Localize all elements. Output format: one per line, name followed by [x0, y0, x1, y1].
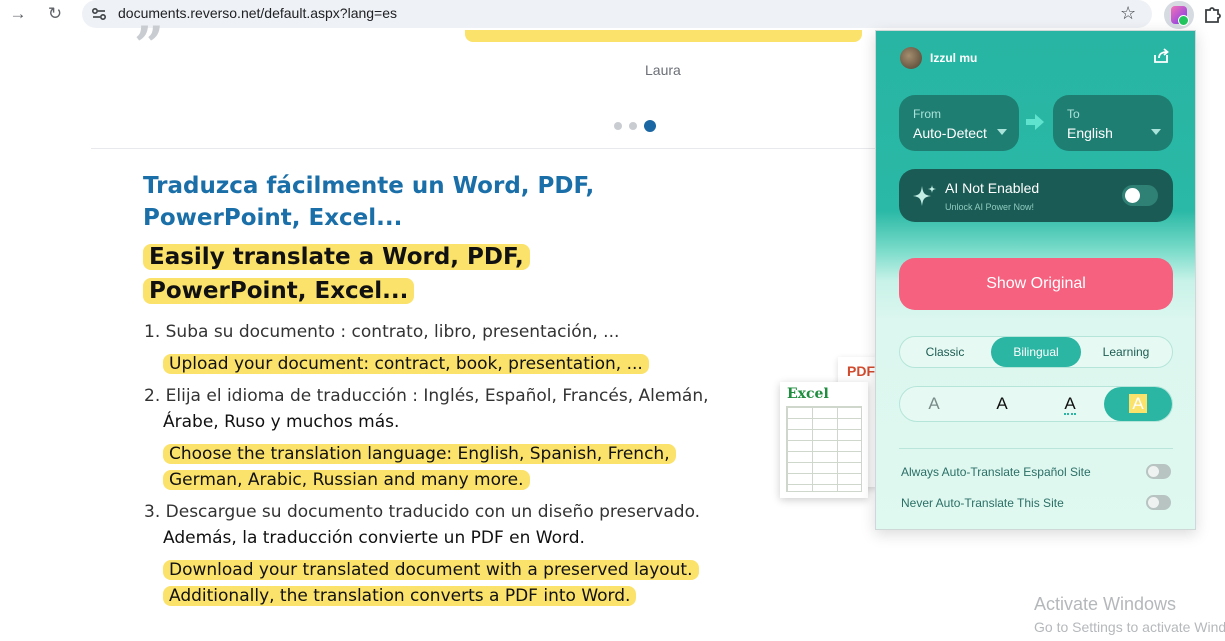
tab-learning[interactable]: Learning: [1081, 337, 1171, 367]
step-1: 1. Suba su documento : contrato, libro, …: [144, 319, 619, 345]
sparkle-icon: [913, 185, 936, 206]
step-number: 2.: [144, 386, 161, 406]
excel-file-icon: Excel: [780, 382, 868, 498]
step-3-translation-1: Download your translated document with a…: [163, 557, 699, 583]
user-name[interactable]: Izzul mu: [930, 51, 977, 65]
carousel-dot[interactable]: [614, 122, 622, 130]
carousel-dots: [614, 120, 656, 132]
style-underline[interactable]: A: [1036, 387, 1104, 421]
translation-style-selector: A A A A: [899, 386, 1173, 422]
chevron-down-icon: [997, 129, 1007, 135]
quote-mark-icon: ”: [134, 16, 164, 77]
extension-button[interactable]: [1164, 1, 1194, 29]
never-translate-toggle[interactable]: [1146, 495, 1171, 510]
style-letter: A: [928, 394, 940, 413]
excel-label: Excel: [787, 386, 829, 402]
step-2-translation-2: German, Arabic, Russian and many more.: [163, 467, 530, 493]
site-settings-icon[interactable]: [90, 5, 108, 23]
arrow-right-icon: [1026, 114, 1044, 130]
step-number: 3.: [144, 502, 161, 522]
extensions-puzzle-icon[interactable]: [1203, 4, 1225, 24]
step-text-en: Download your translated document with a…: [163, 560, 699, 580]
step-text-en: Upload your document: contract, book, pr…: [163, 354, 649, 374]
style-letter: A: [1129, 394, 1147, 413]
step-3: 3. Descargue su documento traducido con …: [144, 499, 700, 525]
ai-status-title: AI Not Enabled: [945, 180, 1040, 196]
forward-icon[interactable]: →: [7, 4, 29, 24]
from-language-select[interactable]: From Auto-Detect: [899, 95, 1019, 151]
to-language-select[interactable]: To English: [1053, 95, 1173, 151]
ai-panel: AI Not Enabled Unlock AI Power Now!: [899, 169, 1173, 222]
style-letter: A: [996, 394, 1008, 413]
tab-bilingual[interactable]: Bilingual: [991, 337, 1081, 367]
step-text-es: Descargue su documento traducido con un …: [165, 502, 701, 522]
carousel-dot-active[interactable]: [644, 120, 656, 132]
tab-classic[interactable]: Classic: [900, 337, 990, 367]
step-3-line-2: Además, la traducción convierte un PDF e…: [163, 528, 585, 548]
show-original-button[interactable]: Show Original: [899, 258, 1173, 310]
step-3-translation-2: Additionally, the translation converts a…: [163, 583, 637, 609]
activation-watermark-subtitle: Go to Settings to activate Windows.: [1034, 619, 1225, 635]
avatar[interactable]: [900, 47, 922, 69]
to-value: English: [1067, 125, 1113, 141]
extension-logo-icon: [1171, 6, 1189, 26]
step-2-line-2: Árabe, Ruso y muchos más.: [163, 412, 400, 432]
section-divider: [91, 148, 875, 149]
activation-watermark-title: Activate Windows: [1034, 594, 1177, 614]
address-bar[interactable]: documents.reverso.net/default.aspx?lang=…: [82, 0, 1152, 28]
popup-divider: [899, 448, 1173, 449]
from-caption: From: [913, 107, 941, 121]
section-heading-es: Traduzca fácilmente un Word, PDF, PowerP…: [143, 173, 595, 231]
step-text-en: German, Arabic, Russian and many more.: [163, 470, 530, 490]
step-2: 2. Elija el idioma de traducción : Inglé…: [144, 383, 709, 409]
step-text-en: Additionally, the translation converts a…: [163, 586, 637, 606]
section-heading-en: Easily translate a Word, PDF, PowerPoint…: [143, 240, 673, 308]
always-translate-toggle[interactable]: [1146, 464, 1171, 479]
step-number: 1.: [144, 322, 161, 342]
ai-toggle[interactable]: [1122, 185, 1158, 206]
share-icon[interactable]: [1152, 47, 1170, 65]
browser-toolbar: → ↻ documents.reverso.net/default.aspx?l…: [0, 0, 1225, 30]
step-text-en: Choose the translation language: English…: [163, 444, 676, 464]
pdf-label: PDF: [847, 363, 875, 379]
style-letter: A: [1064, 394, 1076, 415]
to-caption: To: [1067, 107, 1080, 121]
always-translate-label: Always Auto-Translate Español Site: [901, 465, 1091, 479]
style-highlight[interactable]: A: [1104, 387, 1172, 421]
step-text-es: Suba su documento : contrato, libro, pre…: [165, 322, 620, 342]
from-value: Auto-Detect: [913, 125, 987, 141]
chevron-down-icon: [1151, 129, 1161, 135]
never-translate-label: Never Auto-Translate This Site: [901, 496, 1064, 510]
testimonial-highlight: [465, 30, 862, 42]
heading-translation: Easily translate a Word, PDF, PowerPoint…: [143, 244, 530, 304]
bookmark-star-icon[interactable]: ☆: [1120, 3, 1136, 24]
style-faded[interactable]: A: [900, 387, 968, 421]
translator-popup: Izzul mu From Auto-Detect To English AI …: [875, 30, 1196, 530]
spreadsheet-grid: [786, 406, 862, 492]
reload-icon[interactable]: ↻: [44, 4, 66, 24]
ai-status-subtitle[interactable]: Unlock AI Power Now!: [945, 202, 1034, 212]
style-plain[interactable]: A: [968, 387, 1036, 421]
step-1-translation: Upload your document: contract, book, pr…: [163, 351, 649, 377]
testimonial-author: Laura: [645, 62, 681, 78]
step-text-es: Elija el idioma de traducción : Inglés, …: [165, 386, 709, 406]
display-mode-tabs: Classic Bilingual Learning: [899, 336, 1173, 368]
carousel-dot[interactable]: [629, 122, 637, 130]
step-2-translation-1: Choose the translation language: English…: [163, 441, 676, 467]
